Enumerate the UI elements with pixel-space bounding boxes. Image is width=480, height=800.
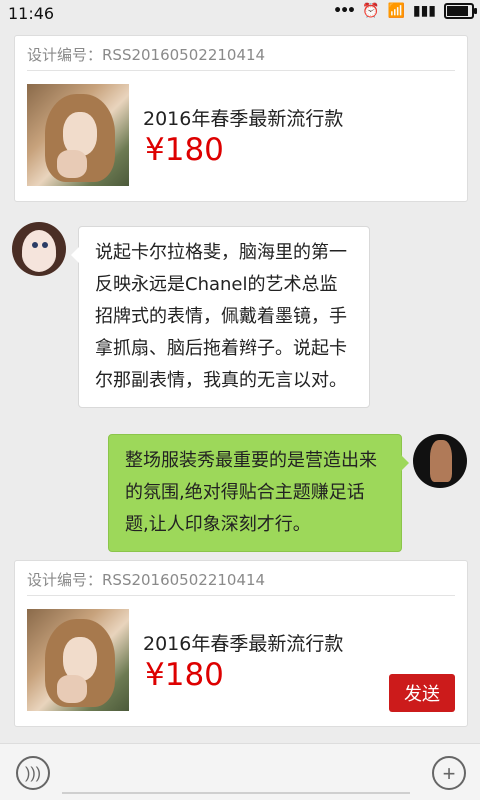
product-price: ¥180: [145, 132, 224, 168]
message-input[interactable]: [62, 760, 410, 794]
status-time: 11:46: [8, 4, 55, 23]
design-code: 设计编号：RSS20160502210414: [27, 571, 266, 589]
signal-icon: ▮▮▮: [412, 3, 436, 19]
product-title: 2016年春季最新流行款: [143, 633, 344, 655]
plus-icon[interactable]: +: [432, 756, 466, 790]
avatar-right[interactable]: [413, 434, 467, 488]
send-button[interactable]: 发送: [389, 674, 455, 712]
divider: [27, 595, 455, 596]
input-bar: ))) +: [0, 743, 480, 800]
design-code: 设计编号：RSS20160502210414: [27, 46, 266, 64]
more-dots-icon: •••: [333, 3, 356, 19]
message-bubble-incoming: 说起卡尔拉格斐，脑海里的第一反映永远是Chanel的艺术总监招牌式的表情，佩戴着…: [71, 226, 370, 408]
message-bubble-outgoing: 整场服装秀最重要的是营造出来的氛围,绝对得贴合主题赚足话题,让人印象深刻才行。: [108, 434, 409, 552]
divider: [27, 70, 455, 71]
avatar-left[interactable]: [12, 222, 66, 276]
product-card-bottom[interactable]: 设计编号：RSS20160502210414 2016年春季最新流行款 ¥180…: [14, 560, 468, 727]
product-title: 2016年春季最新流行款: [143, 108, 344, 130]
status-icons: ••• ⏰ 📶 ▮▮▮: [333, 3, 477, 19]
voice-icon[interactable]: ))): [16, 756, 50, 790]
product-price: ¥180: [145, 657, 224, 693]
product-image: [27, 609, 129, 711]
product-image: [27, 84, 129, 186]
battery-icon: [444, 3, 477, 19]
product-card-top[interactable]: 设计编号：RSS20160502210414 2016年春季最新流行款 ¥180: [14, 35, 468, 202]
alarm-icon: ⏰: [362, 3, 380, 19]
wifi-icon: 📶: [387, 3, 405, 19]
status-bar: 11:46 ••• ⏰ 📶 ▮▮▮: [0, 0, 480, 28]
